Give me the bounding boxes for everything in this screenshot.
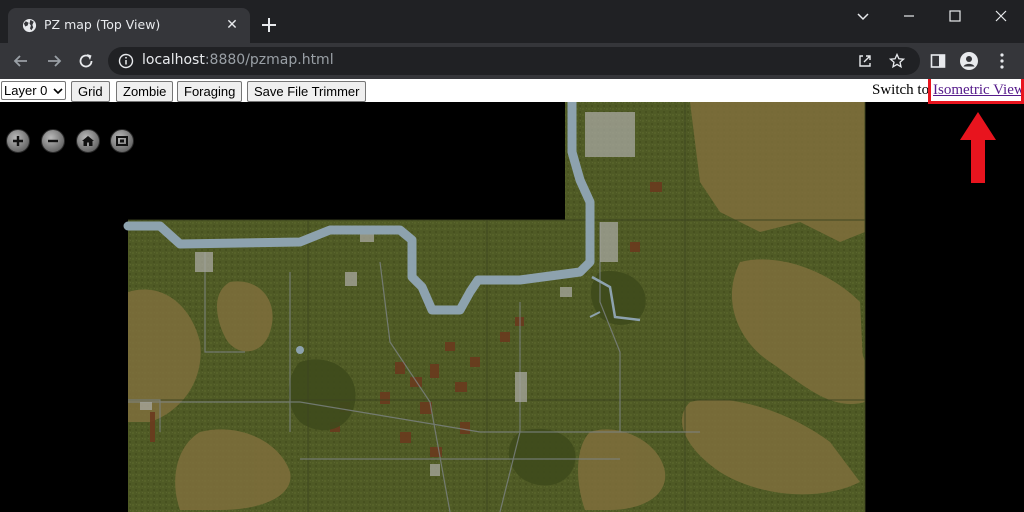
zoom-in-icon[interactable] [6, 129, 30, 153]
info-icon[interactable] [118, 53, 134, 69]
share-icon[interactable] [856, 52, 874, 70]
switch-view-label: Switch to [872, 82, 930, 98]
globe-icon [22, 18, 37, 33]
zoom-out-icon[interactable] [41, 129, 65, 153]
grid-button[interactable]: Grid [71, 81, 110, 102]
browser-tab[interactable]: PZ map (Top View) ✕ [8, 8, 250, 43]
isometric-view-link[interactable]: Isometric View [933, 82, 1024, 99]
side-panel-icon[interactable] [928, 51, 948, 71]
plus-icon[interactable] [258, 14, 280, 36]
browser-toolbar: localhost:8880/pzmap.html [0, 43, 1024, 79]
url-text: localhost:8880/pzmap.html [142, 52, 334, 68]
kebab-menu-icon[interactable] [992, 51, 1012, 71]
url-host: localhost [142, 52, 205, 68]
save-file-trimmer-button[interactable]: Save File Trimmer [247, 81, 367, 102]
close-icon[interactable]: ✕ [224, 17, 240, 33]
profile-icon[interactable] [959, 51, 979, 71]
chevron-down-icon[interactable] [840, 0, 886, 32]
title-bar: PZ map (Top View) ✕ [0, 0, 1024, 43]
reload-icon[interactable] [74, 49, 98, 73]
arrow-left-icon[interactable] [9, 49, 33, 73]
fullscreen-icon[interactable] [110, 129, 134, 153]
arrow-right-icon[interactable] [42, 49, 66, 73]
map-control-bar: Layer 0 Grid Zombie Foraging Save File T… [0, 79, 1024, 102]
star-icon[interactable] [888, 52, 906, 70]
minimize-icon[interactable] [886, 0, 932, 32]
layer-select[interactable]: Layer 0 [1, 81, 66, 100]
close-window-icon[interactable] [978, 0, 1024, 32]
map-image[interactable] [0, 97, 1024, 512]
map-viewer[interactable] [0, 97, 1024, 512]
page-content: Layer 0 Grid Zombie Foraging Save File T… [0, 79, 1024, 512]
maximize-icon[interactable] [932, 0, 978, 32]
zombie-button[interactable]: Zombie [116, 81, 174, 102]
url-path: :8880/pzmap.html [204, 52, 334, 68]
address-bar[interactable]: localhost:8880/pzmap.html [108, 47, 920, 75]
layer-select-value: Layer 0 [4, 83, 48, 98]
annotation-arrow-icon [960, 112, 996, 183]
tab-title: PZ map (Top View) [44, 17, 161, 32]
foraging-button[interactable]: Foraging [177, 81, 243, 102]
chevron-down-icon [53, 87, 63, 94]
home-icon[interactable] [76, 129, 100, 153]
